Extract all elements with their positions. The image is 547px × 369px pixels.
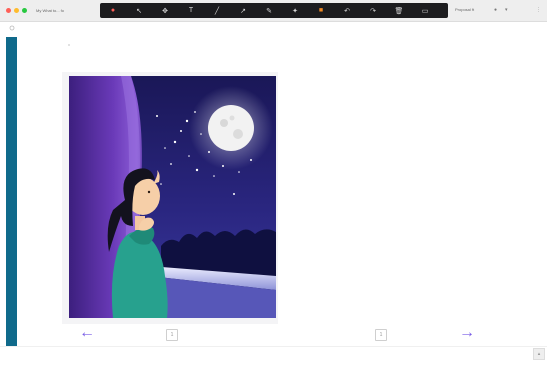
record-icon[interactable]: ●: [100, 3, 126, 18]
sidebar-strip: [6, 37, 17, 347]
minimize-window-button[interactable]: [14, 8, 19, 13]
next-page-button[interactable]: →: [456, 324, 478, 342]
maximize-window-button[interactable]: [22, 8, 27, 13]
menu-icon[interactable]: ▾: [505, 7, 508, 13]
pen-icon[interactable]: ✎: [256, 3, 282, 18]
undo-icon[interactable]: ↶: [334, 3, 360, 18]
text-icon[interactable]: T: [178, 3, 204, 18]
highlight-icon[interactable]: ✦: [282, 3, 308, 18]
previous-page-button[interactable]: ←: [76, 324, 98, 342]
line-icon[interactable]: ╱: [204, 3, 230, 18]
annotation-toolbar: ● ↖ ✥ T ╱ ↗ ✎ ✦ ■ ↶ ↷ 🗑 ▭: [100, 3, 448, 18]
browser-tab-title[interactable]: My What to... fo: [36, 8, 64, 13]
redo-icon[interactable]: ↷: [360, 3, 386, 18]
trash-icon[interactable]: 🗑: [386, 3, 412, 18]
screen-icon[interactable]: ▭: [412, 3, 438, 18]
loading-icon: [9, 25, 15, 31]
page-number-left: 1: [166, 329, 178, 341]
more-icon[interactable]: ⋮: [536, 7, 541, 13]
browser-right-label[interactable]: Proposal ft: [455, 7, 474, 12]
close-window-button[interactable]: [6, 8, 11, 13]
page-number-right: 1: [375, 329, 387, 341]
cursor-icon[interactable]: ↖: [126, 3, 152, 18]
moon-night-illustration: [69, 76, 276, 318]
move-icon[interactable]: ✥: [152, 3, 178, 18]
profile-icon[interactable]: ●: [494, 7, 497, 13]
decorative-dot: [68, 44, 70, 46]
arrow-icon[interactable]: ↗: [230, 3, 256, 18]
color-swatch-icon[interactable]: ■: [308, 3, 334, 18]
corner-expand-icon[interactable]: ▴: [533, 348, 545, 360]
browser-chrome: My What to... fo ● ↖ ✥ T ╱ ↗ ✎ ✦ ■ ↶ ↷ 🗑 ▭ Proposal …: [0, 0, 547, 22]
page-divider: [0, 346, 547, 347]
